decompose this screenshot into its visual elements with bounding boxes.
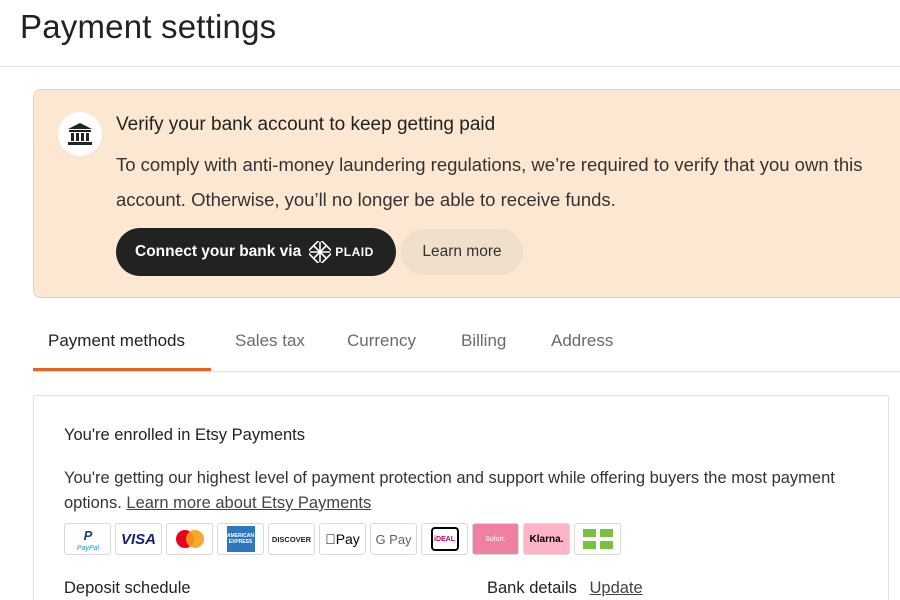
update-bank-details-link[interactable]: Update bbox=[589, 579, 642, 597]
active-tab-indicator bbox=[33, 368, 211, 371]
connect-bank-label: Connect your bank via bbox=[135, 243, 302, 260]
tab-address[interactable]: Address bbox=[551, 331, 613, 351]
tab-currency[interactable]: Currency bbox=[347, 331, 416, 351]
bank-icon bbox=[58, 112, 102, 156]
payment-icons-row: P PayPal VISA AMERICAN EXPRESS DISCOVER … bbox=[64, 523, 621, 555]
banner-heading: Verify your bank account to keep getting… bbox=[116, 114, 496, 135]
deposit-schedule-label: Deposit schedule bbox=[64, 579, 191, 597]
page-title: Payment settings bbox=[20, 8, 277, 45]
bank-details: Bank details Update bbox=[487, 579, 643, 598]
enrollment-body: You're getting our highest level of paym… bbox=[64, 466, 874, 516]
tab-sales-tax[interactable]: Sales tax bbox=[235, 331, 305, 351]
settings-tabs: Payment methods Sales tax Currency Billi… bbox=[33, 322, 900, 372]
mastercard-icon bbox=[166, 523, 213, 555]
svg-text:PayPal: PayPal bbox=[76, 545, 99, 552]
apple-pay-icon: Pay bbox=[319, 523, 366, 555]
banner-body: To comply with anti-money laundering reg… bbox=[116, 154, 863, 210]
etsy-payments-card: You're enrolled in Etsy Payments You're … bbox=[33, 395, 889, 600]
tab-payment-methods[interactable]: Payment methods bbox=[48, 331, 185, 351]
verify-bank-banner: Verify your bank account to keep getting… bbox=[33, 89, 900, 298]
ideal-icon: iDEAL bbox=[421, 523, 468, 555]
paypal-icon: P PayPal bbox=[64, 523, 111, 555]
plaid-logo-icon: PLAID bbox=[309, 241, 374, 263]
enrollment-heading: You're enrolled in Etsy Payments bbox=[64, 426, 306, 444]
plaid-logo-text: PLAID bbox=[335, 245, 374, 259]
amex-icon: AMERICAN EXPRESS bbox=[217, 523, 264, 555]
google-pay-icon: G Pay bbox=[370, 523, 417, 555]
klarna-icon: Klarna. bbox=[523, 523, 570, 555]
svg-text:P: P bbox=[83, 528, 92, 543]
tab-billing[interactable]: Billing bbox=[461, 331, 506, 351]
visa-icon: VISA bbox=[115, 523, 162, 555]
discover-icon: DISCOVER bbox=[268, 523, 315, 555]
title-divider bbox=[0, 66, 900, 67]
learn-more-etsy-payments-link[interactable]: Learn more about Etsy Payments bbox=[126, 494, 371, 512]
learn-more-button[interactable]: Learn more bbox=[401, 229, 523, 275]
bank-details-label: Bank details bbox=[487, 579, 577, 597]
gift-card-icon bbox=[574, 523, 621, 555]
sofort-icon: Sofort. bbox=[472, 523, 519, 555]
connect-bank-plaid-button[interactable]: Connect your bank via PLAID bbox=[116, 228, 396, 276]
